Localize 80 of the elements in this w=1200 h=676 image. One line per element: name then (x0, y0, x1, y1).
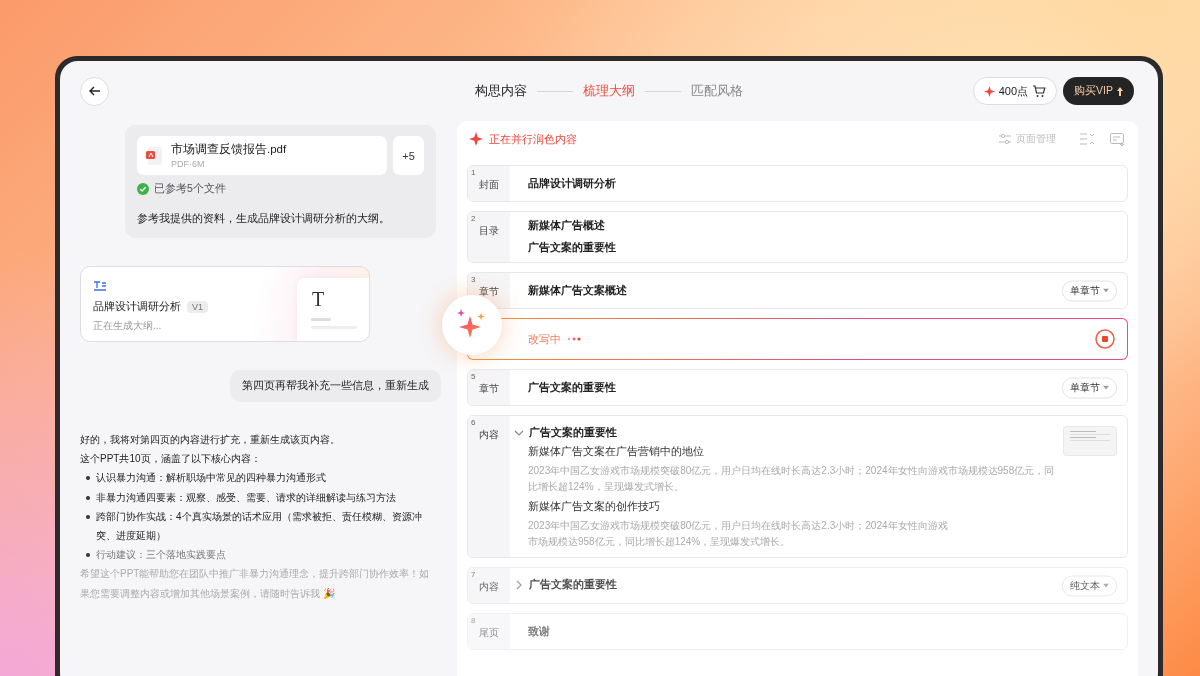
section-body: 2023年中国乙女游戏市场规模突破80亿元，用户日均在线时长高达2.3小时；2024年女性向游戏市场规模达958亿元，同比增长超124%，呈现爆发式增长。 (528, 464, 1056, 494)
chevron-down-icon[interactable] (514, 428, 524, 438)
page-row[interactable]: 8 尾页 致谢 (467, 613, 1128, 650)
file-name: 市场调查反馈报告.pdf (171, 142, 287, 157)
page-number: 3 (471, 275, 477, 284)
collapse-icon[interactable] (1080, 133, 1094, 145)
page-title: 品牌设计调研分析 (528, 176, 616, 191)
sparkle-icon (469, 132, 483, 146)
cart-icon (1032, 84, 1047, 98)
reply-text: 好的，我将对第四页的内容进行扩充，重新生成该页内容。 (80, 433, 341, 447)
back-arrow-icon (87, 84, 102, 98)
bullet-item: 跨部门协作实战：4个真实场景的话术应用（需求被拒、责任模糊、资源冲突、进度延期） (80, 506, 437, 546)
buy-vip-button[interactable]: 购买VIP (1063, 77, 1134, 105)
page-title: 致谢 (528, 624, 550, 639)
page-row[interactable]: 2 目录 新媒体广告概述 广告文案的重要性 (467, 211, 1128, 263)
outline-title: 品牌设计调研分析 (93, 299, 181, 314)
sparkle-icon (983, 85, 995, 97)
chevron-right-icon[interactable] (514, 580, 524, 590)
reply-text: 希望这个PPT能帮助您在团队中推广非暴力沟通理念，提升跨部门协作效率！如果您需要调整内容或增加其他场景案例，请随时告诉我 🎉 (80, 567, 431, 601)
page-type: 目录 (479, 225, 500, 237)
status-text: 正在并行润色内容 (489, 131, 577, 147)
back-button[interactable] (80, 76, 109, 106)
version-tag: V1 (187, 300, 208, 313)
layout-dropdown[interactable]: 单章节 (1062, 377, 1117, 398)
page-title: 新媒体广告概述 (528, 219, 605, 233)
layout-dropdown[interactable]: 单章节 (1062, 280, 1117, 301)
page-title: 新媒体广告文案概述 (528, 283, 627, 298)
page-row[interactable]: 5 章节 广告文案的重要性 单章节 (467, 369, 1128, 406)
page-number: 5 (471, 372, 477, 381)
page-type: 章节 (479, 383, 500, 395)
page-type: 封面 (479, 179, 500, 191)
page-row[interactable]: 7 内容 广告文案的重要性 纯文本 (467, 567, 1128, 604)
sliders-icon (999, 134, 1011, 144)
page-type: 内容 (479, 581, 500, 593)
section-heading: 新媒体广告文案在广告营销中的地位 (528, 445, 705, 459)
page-number: 2 (471, 214, 477, 223)
page-row[interactable]: 1 封面 品牌设计调研分析 (467, 165, 1128, 202)
page-type: 尾页 (479, 627, 500, 639)
preview-letter: T (312, 288, 325, 311)
points-button[interactable]: 400点 (972, 77, 1058, 105)
page-number: 1 (471, 168, 477, 177)
stop-icon[interactable] (1095, 329, 1115, 349)
reply-text: 这个PPT共10页，涵盖了以下核心内容： (80, 452, 262, 467)
page-title: 广告文案的重要性 (529, 426, 617, 440)
check-circle-icon (137, 183, 149, 195)
referenced-files-text: 已参考5个文件 (154, 182, 226, 196)
more-files-button[interactable]: +5 (393, 136, 424, 175)
arrow-up-icon (1117, 86, 1123, 96)
slide-thumbnail[interactable] (1063, 426, 1117, 456)
page-row[interactable]: 6 内容 广告文案的重要性 新媒体广告文案在广告营销中的地位 2023年中国乙女游戏市场规模突破80亿元，用户日均在线时长高达2.3小时；2024年女性向游戏市场规模达958亿元，同比增长超124%，呈现爆发式增长。 新媒体广告文案的创作技巧 2023年中国乙女游戏市场规模突破80亿元，用户日均在线时长高达2.3小时；2024年女性向游戏市场规模达958亿元，同比增长超124%，呈现爆发式增长。 (467, 415, 1128, 558)
page-title: 广告文案的重要性 (529, 578, 617, 592)
outline-icon (93, 281, 107, 291)
page-title: 广告文案的重要性 (528, 380, 616, 395)
document-icon[interactable] (1110, 132, 1126, 146)
section-body: 2023年中国乙女游戏市场规模突破80亿元，用户日均在线时长高达2.3小时；2024年女性向游戏市场规模达958亿元，同比增长超124%，呈现爆发式增长。 (528, 519, 948, 549)
caret-icon (1103, 583, 1109, 588)
outline-status: 正在生成大纲... (93, 319, 163, 333)
caret-icon (1103, 385, 1109, 390)
message-bubble: 第四页再帮我补充一些信息，重新生成 (230, 370, 441, 402)
rewriting-status: 改写中 (528, 331, 561, 347)
layout-dropdown[interactable]: 纯文本 (1062, 575, 1117, 596)
outline-card[interactable]: 品牌设计调研分析 V1 正在生成大纲... T (80, 266, 370, 342)
page-type: 章节 (479, 286, 500, 298)
page-row[interactable]: 3 章节 新媒体广告文案概述 单章节 (467, 272, 1128, 309)
page-number: 7 (471, 570, 477, 579)
bullet-item: 非暴力沟通四要素：观察、感受、需要、请求的详细解读与练习方法 (80, 487, 437, 507)
pdf-file-icon (145, 145, 163, 166)
page-number: 6 (471, 418, 477, 427)
page-title: 广告文案的重要性 (528, 241, 616, 255)
prompt-text: 参考我提供的资料，生成品牌设计调研分析的大纲。 (137, 212, 391, 226)
page-type: 内容 (479, 429, 500, 441)
page-number: 8 (471, 616, 477, 625)
bullet-item: 认识暴力沟通：解析职场中常见的四种暴力沟通形式 (80, 468, 437, 488)
step-label[interactable]: 构思内容 (475, 82, 527, 100)
caret-icon (1103, 288, 1109, 293)
loading-dots-icon (567, 337, 581, 341)
file-meta: PDF·6M (171, 159, 206, 169)
bullet-item: 行动建议：三个落地实践要点 (80, 545, 437, 565)
section-heading: 新媒体广告文案的创作技巧 (528, 500, 661, 514)
file-card[interactable]: 市场调查反馈报告.pdf PDF·6M (137, 136, 387, 175)
